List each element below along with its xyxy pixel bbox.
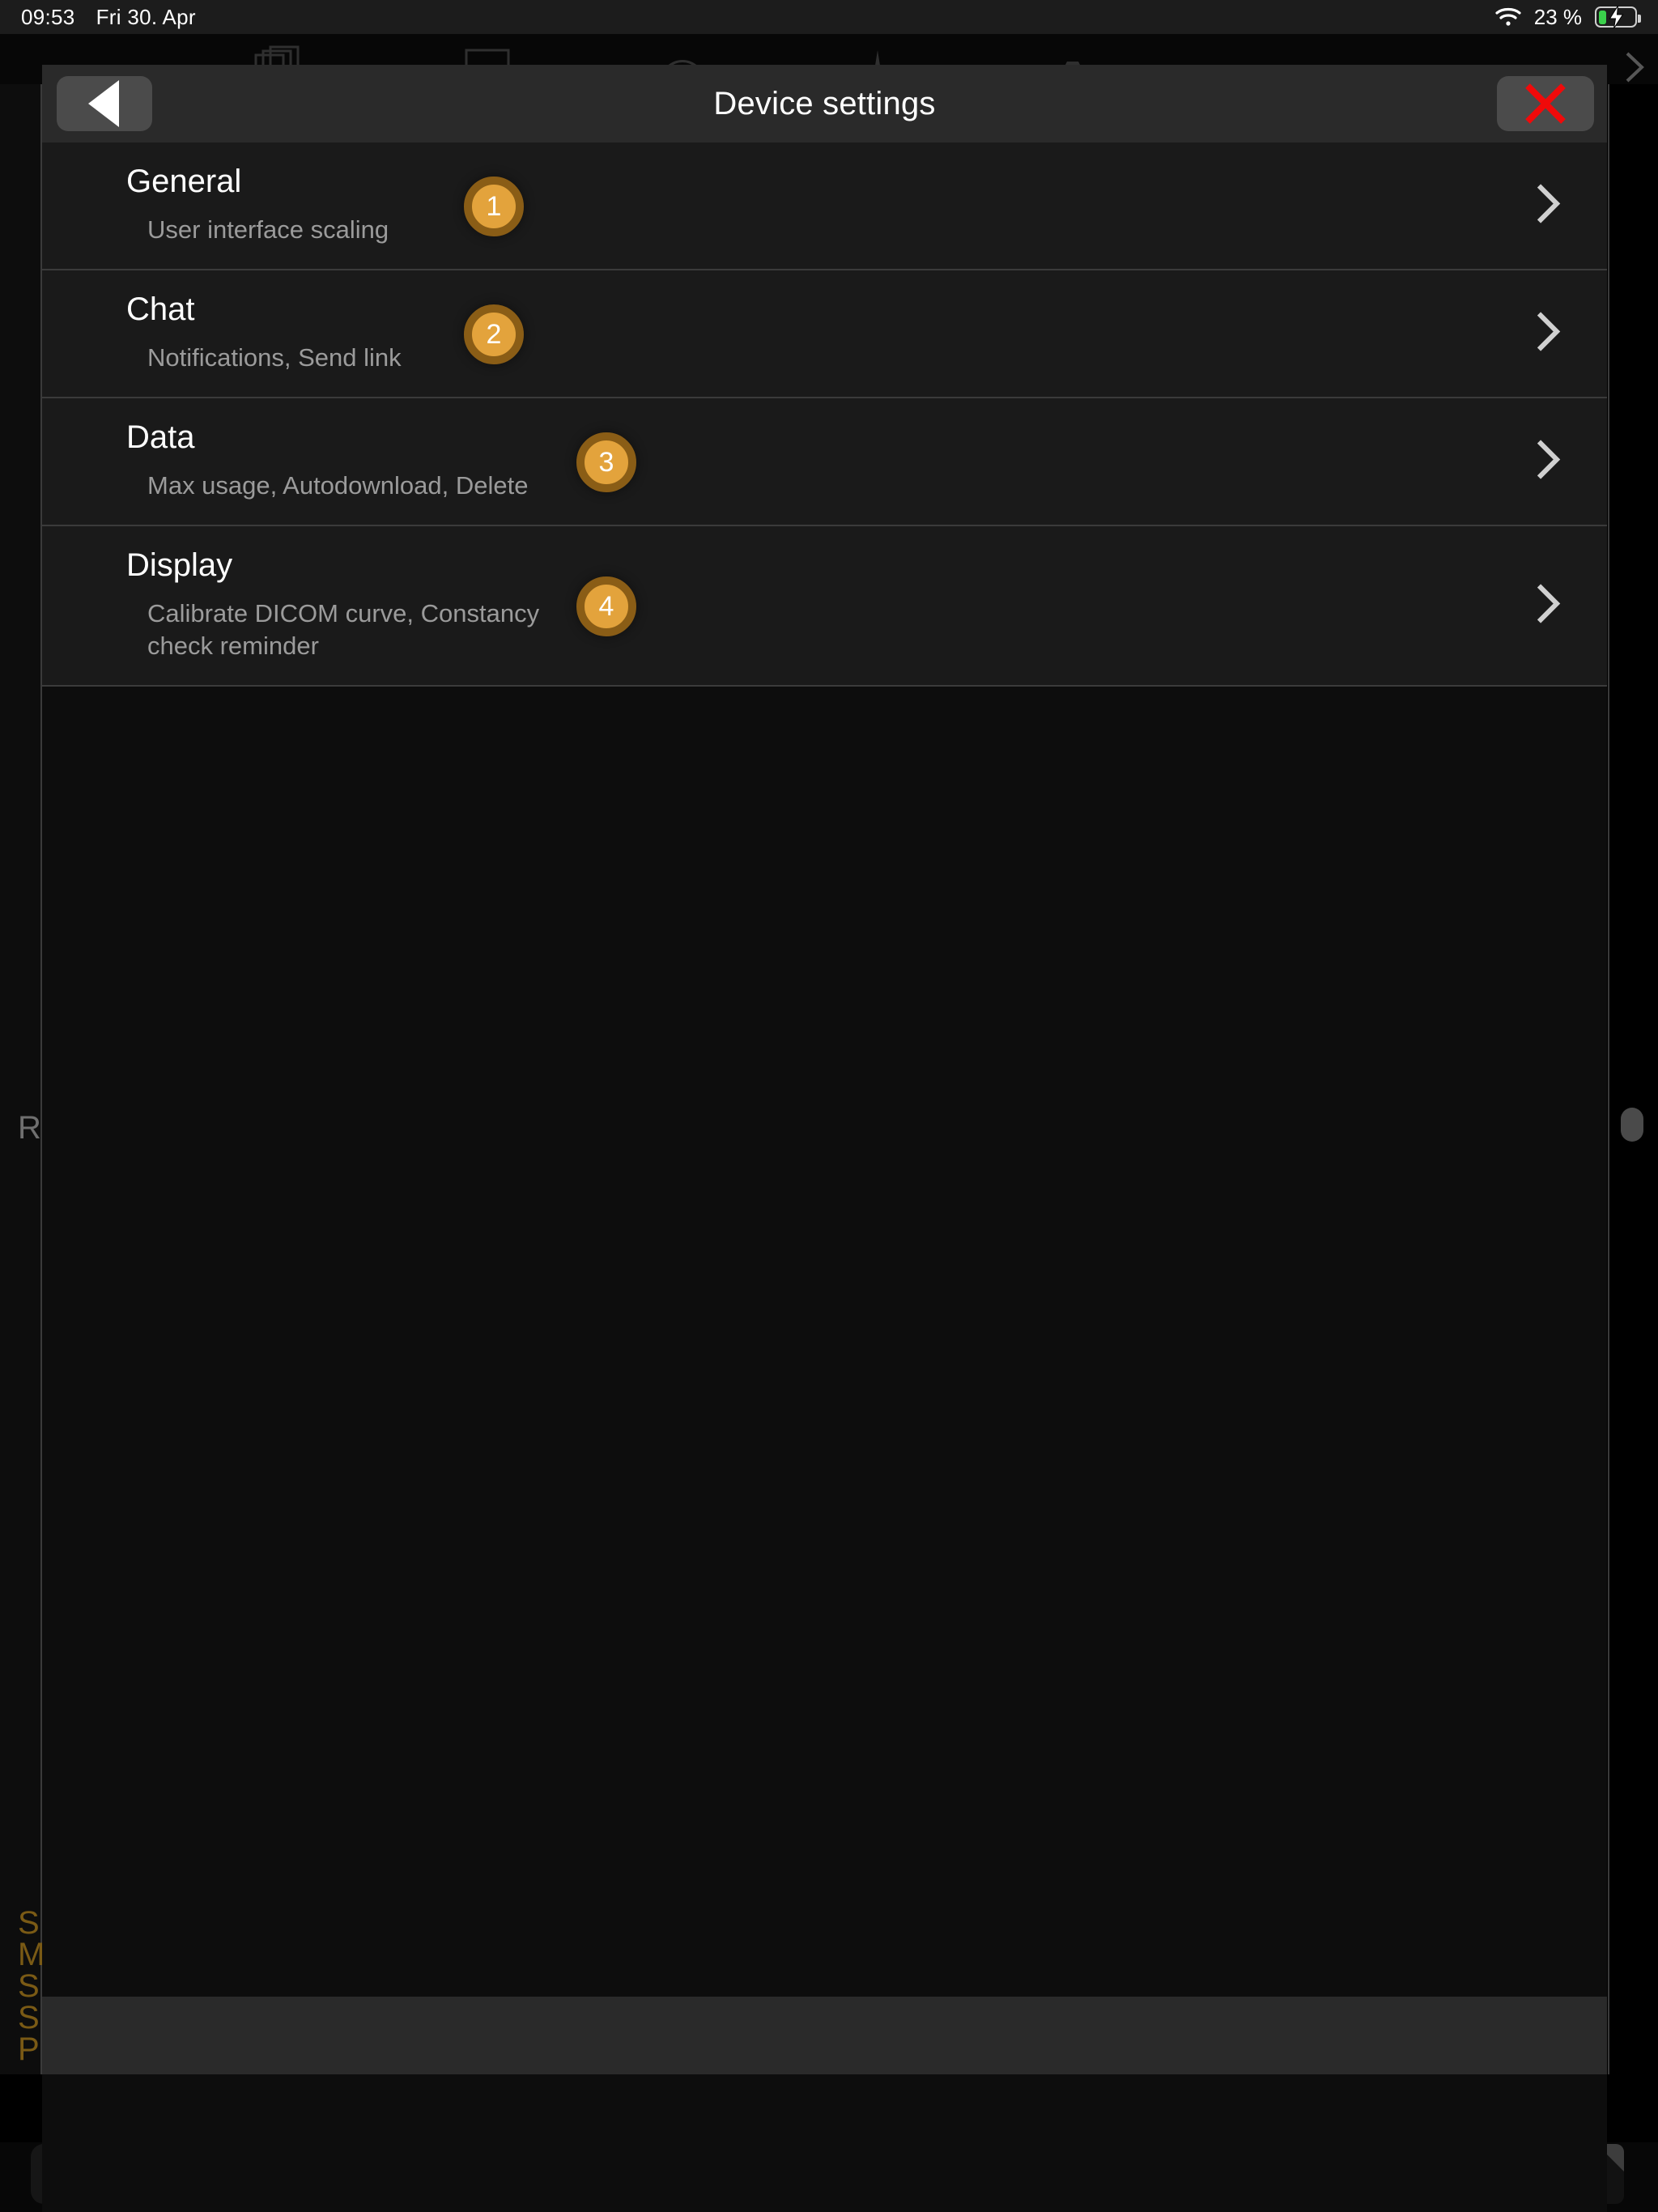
row-subtitle: Max usage, Autodownload, Delete bbox=[147, 471, 529, 500]
row-subtitle: Notifications, Send link bbox=[147, 343, 402, 372]
step-badge: 3 bbox=[576, 432, 636, 492]
row-title: Chat bbox=[126, 291, 195, 328]
step-badge: 2 bbox=[464, 304, 524, 364]
status-time: 09:53 bbox=[21, 4, 75, 29]
status-bar-left: 09:53 Fri 30. Apr bbox=[21, 5, 196, 30]
background-left-rail bbox=[0, 84, 42, 2074]
status-date: Fri 30. Apr bbox=[96, 4, 196, 29]
settings-list: General User interface scaling 1 Chat No… bbox=[42, 143, 1607, 687]
device-settings-modal: Device settings General User interface s… bbox=[42, 65, 1607, 2212]
rail-letter: R bbox=[18, 1110, 41, 1146]
sidebar-item-data[interactable]: Data Max usage, Autodownload, Delete 3 bbox=[42, 398, 1607, 526]
row-title: Display bbox=[126, 547, 233, 584]
row-title: Data bbox=[126, 419, 195, 456]
modal-footer bbox=[42, 1997, 1607, 2074]
status-bar: 09:53 Fri 30. Apr 23 % bbox=[0, 0, 1658, 34]
step-badge: 1 bbox=[464, 177, 524, 236]
back-button[interactable] bbox=[57, 76, 152, 131]
back-triangle-icon bbox=[88, 80, 119, 127]
close-x-icon bbox=[1525, 83, 1566, 124]
chevron-right-icon bbox=[1534, 583, 1562, 629]
row-subtitle: Calibrate DICOM curve, Constancy check r… bbox=[147, 599, 540, 660]
battery-percent: 23 % bbox=[1533, 4, 1582, 29]
background-chevron-right-icon bbox=[1616, 49, 1653, 86]
step-badge: 4 bbox=[576, 576, 636, 636]
wifi-icon bbox=[1495, 7, 1521, 27]
battery-charging-icon bbox=[1595, 5, 1641, 29]
close-button[interactable] bbox=[1497, 76, 1594, 131]
modal-empty-body bbox=[42, 687, 1607, 2212]
sidebar-item-display[interactable]: Display Calibrate DICOM curve, Constancy… bbox=[42, 526, 1607, 687]
background-scrollbar-thumb[interactable] bbox=[1621, 1108, 1643, 1142]
row-subtitle: User interface scaling bbox=[147, 215, 389, 245]
row-title: General bbox=[126, 164, 242, 200]
screen-root: R S M S S P Device settings General User… bbox=[0, 0, 1658, 2212]
sidebar-item-general[interactable]: General User interface scaling 1 bbox=[42, 143, 1607, 270]
row-text-block: Data Max usage, Autodownload, Delete bbox=[126, 421, 528, 502]
rail-letter: P bbox=[18, 2031, 40, 2067]
modal-header: Device settings bbox=[42, 65, 1607, 143]
background-right-rail bbox=[1608, 84, 1658, 2074]
page-title: Device settings bbox=[713, 85, 936, 121]
row-text-block: General User interface scaling bbox=[126, 165, 389, 246]
charging-bolt-icon bbox=[1609, 5, 1624, 29]
chevron-right-icon bbox=[1534, 439, 1562, 485]
row-text-block: Display Calibrate DICOM curve, Constancy… bbox=[126, 549, 580, 661]
sidebar-item-chat[interactable]: Chat Notifications, Send link 2 bbox=[42, 270, 1607, 398]
row-text-block: Chat Notifications, Send link bbox=[126, 293, 402, 374]
chevron-right-icon bbox=[1534, 183, 1562, 229]
chevron-right-icon bbox=[1534, 311, 1562, 357]
status-bar-right: 23 % bbox=[1495, 4, 1641, 30]
